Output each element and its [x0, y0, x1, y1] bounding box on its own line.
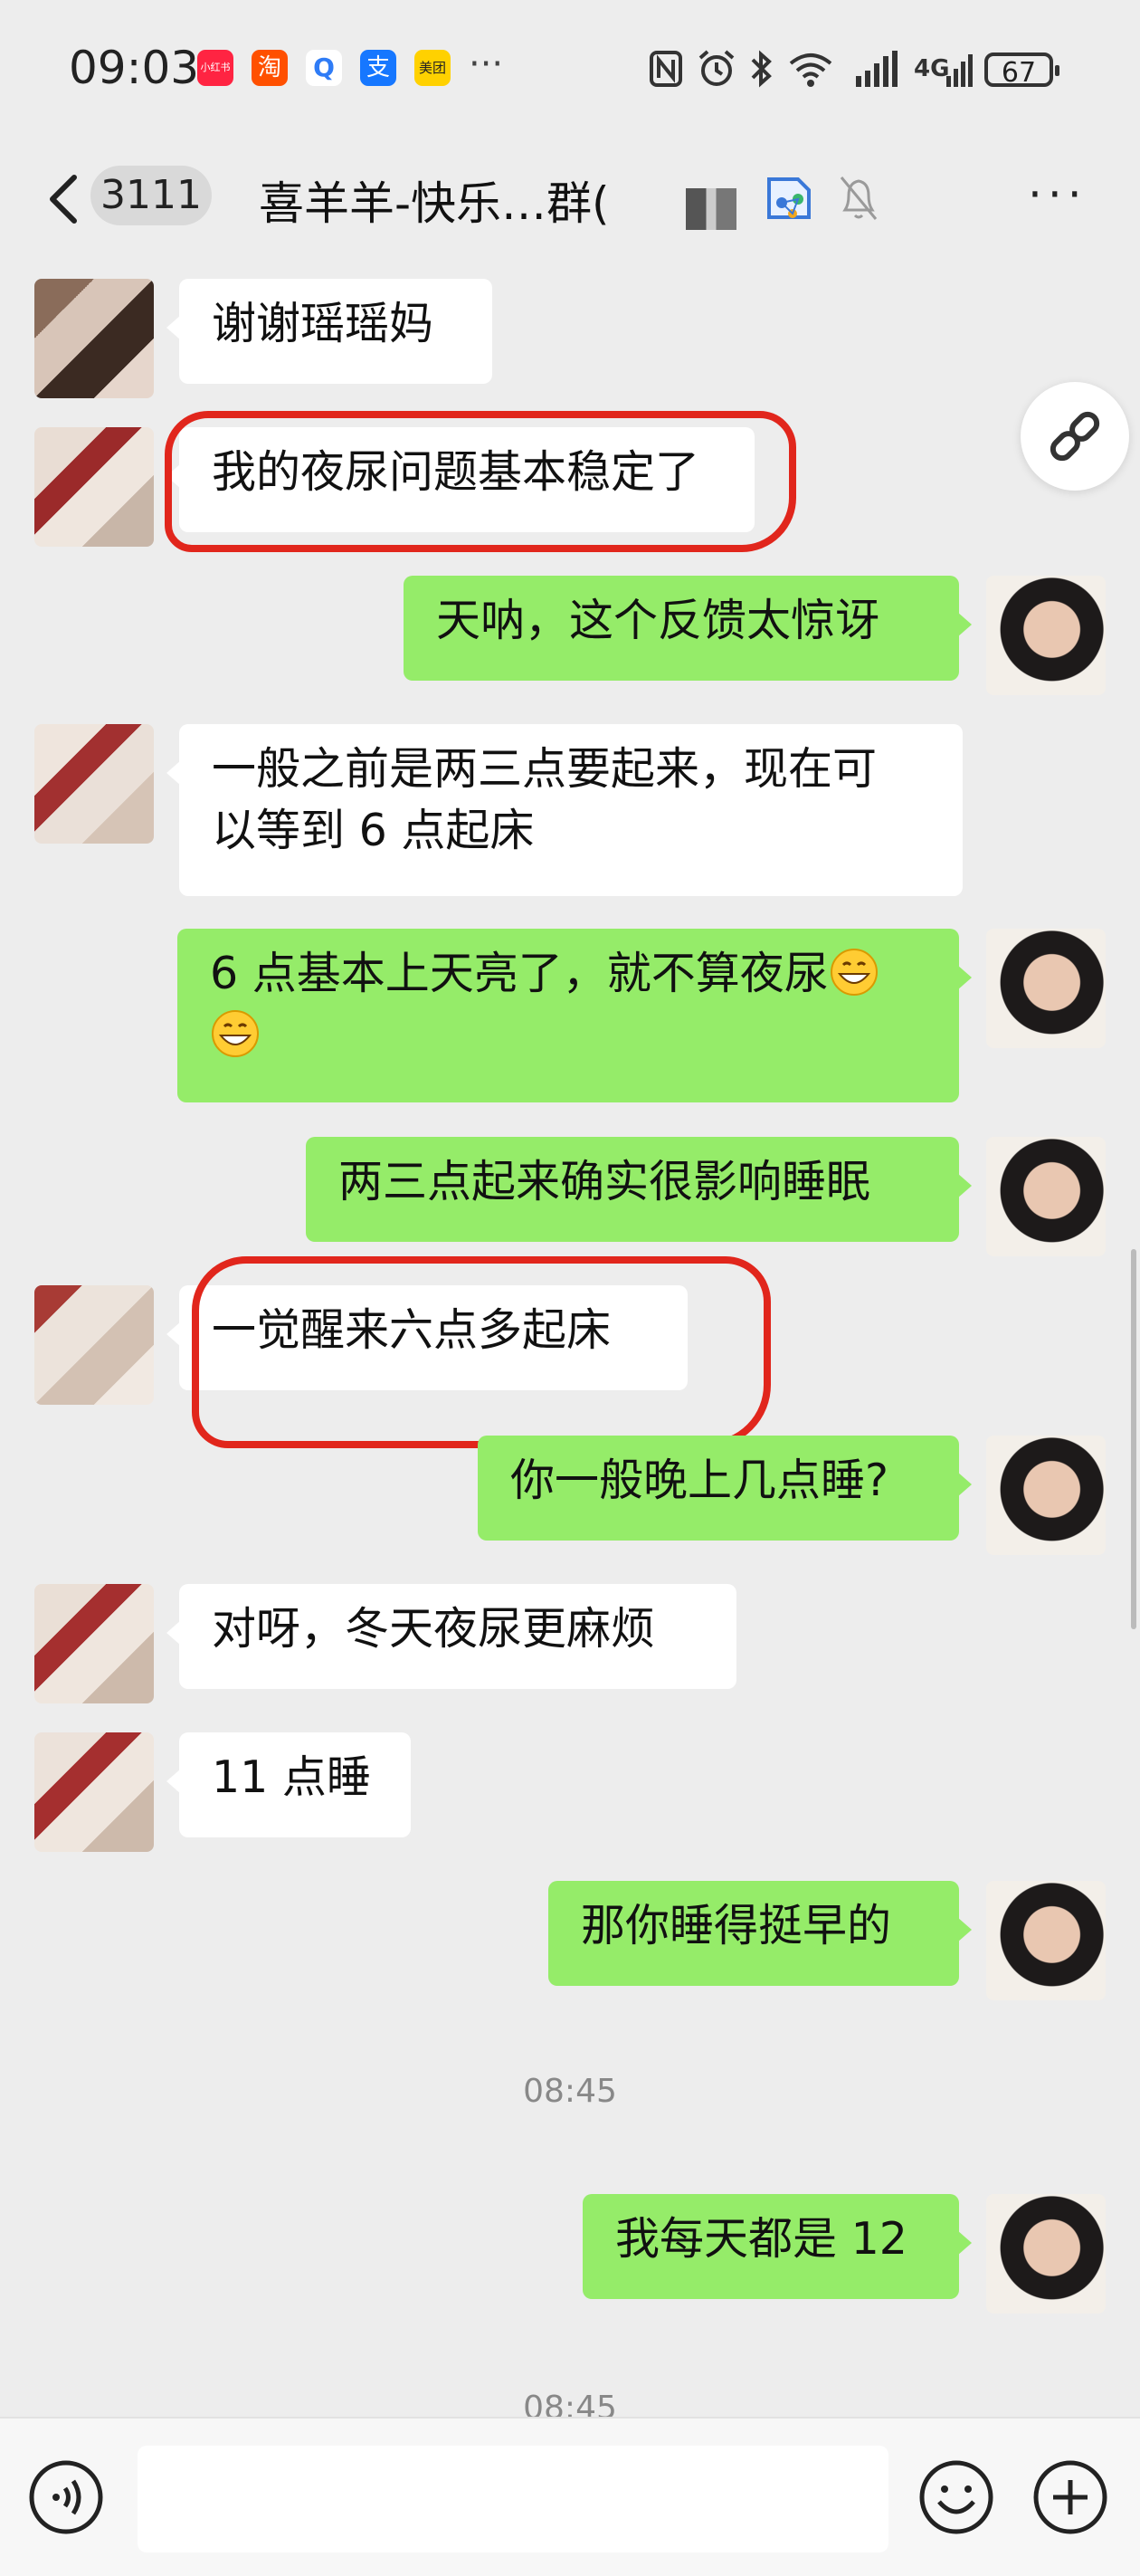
message-text-line: 一般之前是两三点要起来，现在可	[212, 743, 878, 795]
group-badge-icon	[767, 177, 811, 219]
red-annotation-circle	[165, 411, 796, 552]
qq-browser-icon: Q	[306, 50, 342, 86]
message-text-line: 以等到 6 点起床	[212, 805, 535, 856]
message-text: 对呀，冬天夜尿更麻烦	[212, 1603, 656, 1655]
avatar[interactable]	[986, 1436, 1106, 1555]
message-bubble[interactable]: 11 点睡	[166, 1732, 411, 1837]
status-time: 09:03	[69, 42, 200, 94]
message-bubble[interactable]: 对呀，冬天夜尿更麻烦	[166, 1584, 736, 1689]
scrollbar[interactable]	[1131, 1249, 1136, 1629]
avatar[interactable]	[34, 427, 154, 547]
emoji-button-icon[interactable]	[917, 2458, 995, 2536]
message-bubble[interactable]: 天呐，这个反馈太惊讶	[404, 576, 972, 681]
unread-count-badge[interactable]: 3111	[90, 166, 212, 225]
message-input[interactable]	[138, 2446, 888, 2552]
alarm-icon	[698, 50, 735, 86]
avatar[interactable]	[986, 1137, 1106, 1256]
message-bubble[interactable]: 谢谢瑶瑶妈	[166, 279, 492, 384]
more-options-icon[interactable]: ···	[1028, 168, 1088, 221]
signal-icon	[856, 51, 898, 87]
battery-indicator: 67	[984, 52, 1059, 89]
message-text: 天呐，这个反馈太惊讶	[436, 595, 880, 646]
link-icon	[1050, 411, 1100, 462]
red-annotation-circle	[192, 1256, 771, 1448]
mute-bell-icon	[840, 177, 878, 220]
avatar[interactable]	[34, 724, 154, 844]
timestamp: 08:45	[523, 2390, 617, 2417]
message-bubble[interactable]: 我每天都是 12	[583, 2194, 972, 2299]
grinning-emoji-icon	[212, 1010, 259, 1057]
chat-header: 3111 喜羊羊-快乐…群( ···	[0, 136, 1140, 262]
timestamp: 08:45	[523, 2073, 617, 2110]
message-text: 那你睡得挺早的	[581, 1900, 892, 1951]
avatar[interactable]	[34, 1732, 154, 1852]
avatar[interactable]	[986, 929, 1106, 1048]
more-notifications-icon: ···	[469, 43, 504, 85]
wifi-icon	[789, 53, 832, 87]
bluetooth-icon	[751, 50, 772, 88]
back-arrow-icon[interactable]	[36, 163, 90, 235]
chat-title[interactable]: 喜羊羊-快乐…群(	[259, 167, 610, 233]
nfc-icon	[650, 51, 682, 87]
message-text: 11 点睡	[212, 1751, 371, 1803]
signal-icon-2	[946, 54, 973, 87]
message-text: 谢谢瑶瑶妈	[212, 298, 434, 349]
alipay-icon: 支	[360, 50, 396, 86]
message-bubble[interactable]: 你一般晚上几点睡?	[478, 1436, 972, 1541]
message-bubble[interactable]: 两三点起来确实很影响睡眠	[306, 1137, 972, 1242]
meituan-icon: 美团	[414, 50, 451, 86]
avatar[interactable]	[34, 1285, 154, 1405]
taobao-icon: 淘	[252, 50, 288, 86]
avatar[interactable]	[986, 1881, 1106, 2000]
chat-message-list[interactable]: 谢谢瑶瑶妈 我的夜尿问题基本稳定了 天呐，这个反馈太惊讶 一般之前是两三点要起来…	[0, 262, 1140, 2417]
avatar[interactable]	[34, 1584, 154, 1703]
grinning-emoji-icon	[830, 949, 878, 996]
message-bubble[interactable]: 那你睡得挺早的	[548, 1881, 972, 1986]
message-text-line: 6 点基本上天亮了，就不算夜尿	[210, 948, 829, 999]
avatar[interactable]	[986, 2194, 1106, 2314]
message-text: 两三点起来确实很影响睡眠	[338, 1156, 871, 1207]
input-bar	[0, 2417, 1140, 2576]
avatar[interactable]	[34, 279, 154, 398]
pixelated-title-fragment	[686, 188, 736, 230]
message-text: 你一般晚上几点睡?	[510, 1455, 889, 1506]
xiaohongshu-icon: 小红书	[197, 50, 233, 86]
avatar[interactable]	[986, 576, 1106, 695]
voice-input-icon[interactable]	[27, 2458, 105, 2536]
plus-button-icon[interactable]	[1031, 2458, 1109, 2536]
message-bubble[interactable]: 一般之前是两三点要起来，现在可 以等到 6 点起床	[166, 724, 963, 896]
status-bar: 09:03 小红书 淘 Q 支 美团 ··· 4G 67	[0, 0, 1140, 136]
message-bubble[interactable]: 6 点基本上天亮了，就不算夜尿	[177, 929, 972, 1102]
link-button[interactable]	[1021, 382, 1129, 491]
message-text: 我每天都是 12	[615, 2213, 907, 2265]
